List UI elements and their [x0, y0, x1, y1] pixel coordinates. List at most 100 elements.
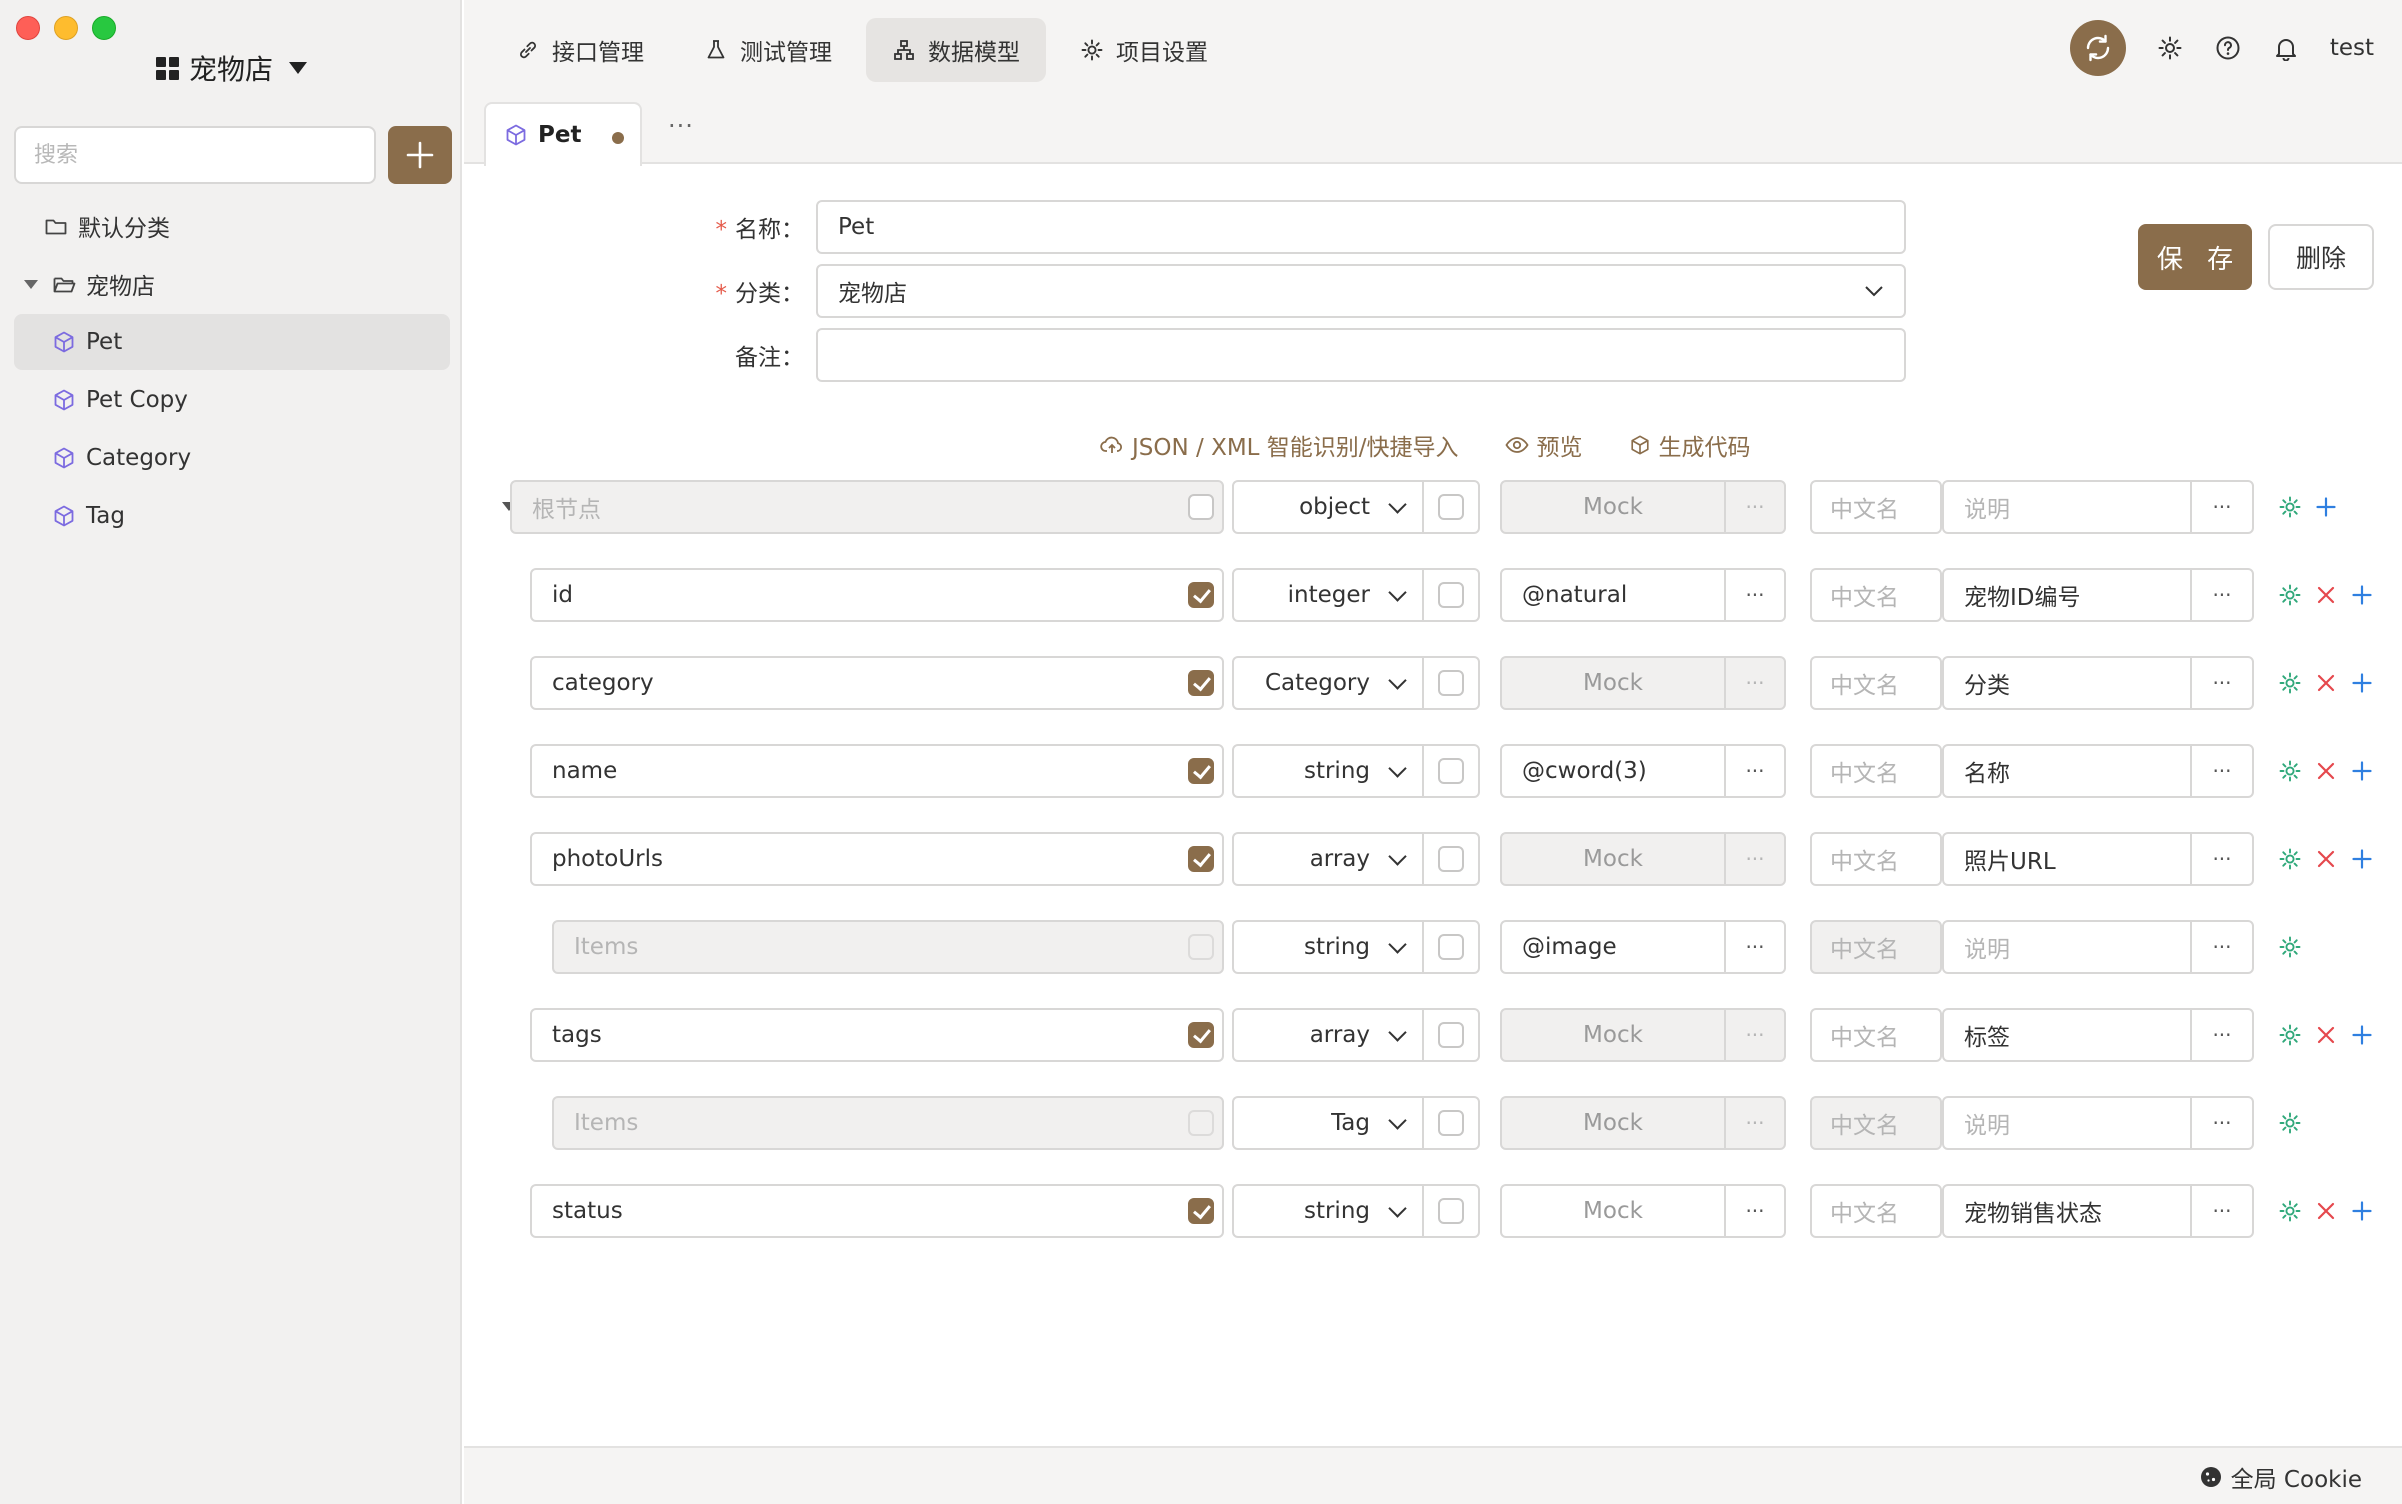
field-name-input[interactable]: id [530, 568, 1224, 622]
required-checkbox[interactable] [1188, 670, 1214, 696]
field-settings-icon[interactable] [2272, 1193, 2308, 1229]
mock-input[interactable]: Mock [1500, 832, 1726, 886]
expand-arrow-icon[interactable] [24, 279, 38, 289]
description-more-button[interactable]: ··· [2190, 1184, 2254, 1238]
mock-input[interactable]: Mock [1500, 1096, 1726, 1150]
tree-item-3[interactable]: Pet Copy [14, 372, 450, 428]
mock-more-button[interactable]: ··· [1724, 744, 1786, 798]
note-input[interactable] [816, 328, 1906, 382]
description-more-button[interactable]: ··· [2190, 656, 2254, 710]
remove-field-icon[interactable] [2308, 1017, 2344, 1053]
add-field-icon[interactable] [2344, 1193, 2380, 1229]
add-field-icon[interactable] [2344, 577, 2380, 613]
sync-button[interactable] [2069, 20, 2126, 76]
type-select[interactable]: string [1232, 744, 1424, 798]
description-input[interactable]: 名称 [1942, 744, 2192, 798]
tab-1[interactable]: 测试管理 [678, 18, 858, 82]
description-more-button[interactable]: ··· [2190, 480, 2254, 534]
chinese-name-input[interactable]: 中文名 [1810, 480, 1942, 534]
tree-item-4[interactable]: Category [14, 430, 450, 486]
nullable-checkbox[interactable] [1422, 1008, 1480, 1062]
required-checkbox[interactable] [1188, 758, 1214, 784]
field-name-input[interactable]: name [530, 744, 1224, 798]
required-checkbox[interactable] [1188, 1022, 1214, 1048]
remove-field-icon[interactable] [2308, 753, 2344, 789]
type-select[interactable]: Tag [1232, 1096, 1424, 1150]
close-window-button[interactable] [16, 16, 40, 40]
field-settings-icon[interactable] [2272, 753, 2308, 789]
field-settings-icon[interactable] [2272, 929, 2308, 965]
field-settings-icon[interactable] [2272, 1105, 2308, 1141]
chinese-name-input[interactable]: 中文名 [1810, 1184, 1942, 1238]
chinese-name-input[interactable]: 中文名 [1810, 832, 1942, 886]
description-input[interactable]: 说明 [1942, 480, 2192, 534]
type-select[interactable]: object [1232, 480, 1424, 534]
type-select[interactable]: array [1232, 832, 1424, 886]
remove-field-icon[interactable] [2308, 1193, 2344, 1229]
field-settings-icon[interactable] [2272, 489, 2308, 525]
nullable-checkbox[interactable] [1422, 1096, 1480, 1150]
tab-2[interactable]: 数据模型 [866, 18, 1046, 82]
required-checkbox[interactable] [1188, 494, 1214, 520]
help-icon[interactable] [2214, 34, 2242, 62]
global-cookie-button[interactable]: 全局 Cookie [2199, 1460, 2362, 1494]
tab-3[interactable]: 项目设置 [1054, 18, 1234, 82]
mock-input[interactable]: @image [1500, 920, 1726, 974]
required-checkbox[interactable] [1188, 582, 1214, 608]
field-name-input[interactable]: category [530, 656, 1224, 710]
save-button[interactable]: 保 存 [2138, 224, 2252, 290]
remove-field-icon[interactable] [2308, 665, 2344, 701]
field-settings-icon[interactable] [2272, 577, 2308, 613]
type-select[interactable]: string [1232, 1184, 1424, 1238]
nullable-checkbox[interactable] [1422, 568, 1480, 622]
search-input[interactable] [14, 126, 376, 184]
mock-input[interactable]: @cword(3) [1500, 744, 1726, 798]
nullable-checkbox[interactable] [1422, 480, 1480, 534]
name-input[interactable]: Pet [816, 200, 1906, 254]
category-select[interactable]: 宠物店 [816, 264, 1906, 318]
chinese-name-input[interactable]: 中文名 [1810, 568, 1942, 622]
preview-link[interactable]: 预览 [1505, 428, 1583, 462]
required-checkbox[interactable] [1188, 1198, 1214, 1224]
description-more-button[interactable]: ··· [2190, 1096, 2254, 1150]
description-more-button[interactable]: ··· [2190, 920, 2254, 974]
nullable-checkbox[interactable] [1422, 1184, 1480, 1238]
mock-more-button[interactable]: ··· [1724, 1008, 1786, 1062]
tab-more-button[interactable]: ··· [668, 112, 694, 140]
field-settings-icon[interactable] [2272, 1017, 2308, 1053]
mock-more-button[interactable]: ··· [1724, 480, 1786, 534]
nullable-checkbox[interactable] [1422, 656, 1480, 710]
type-select[interactable]: string [1232, 920, 1424, 974]
remove-field-icon[interactable] [2308, 577, 2344, 613]
mock-input[interactable]: Mock [1500, 656, 1726, 710]
tab-0[interactable]: 接口管理 [490, 18, 670, 82]
maximize-window-button[interactable] [92, 16, 116, 40]
description-input[interactable]: 分类 [1942, 656, 2192, 710]
mock-more-button[interactable]: ··· [1724, 920, 1786, 974]
description-input[interactable]: 说明 [1942, 920, 2192, 974]
type-select[interactable]: integer [1232, 568, 1424, 622]
chinese-name-input[interactable]: 中文名 [1810, 656, 1942, 710]
chinese-name-input[interactable]: 中文名 [1810, 744, 1942, 798]
field-name-input[interactable]: tags [530, 1008, 1224, 1062]
mock-more-button[interactable]: ··· [1724, 568, 1786, 622]
mock-more-button[interactable]: ··· [1724, 656, 1786, 710]
description-more-button[interactable]: ··· [2190, 832, 2254, 886]
mock-more-button[interactable]: ··· [1724, 832, 1786, 886]
mock-input[interactable]: Mock [1500, 480, 1726, 534]
add-field-icon[interactable] [2344, 1017, 2380, 1053]
description-input[interactable]: 照片URL [1942, 832, 2192, 886]
delete-button[interactable]: 删除 [2268, 224, 2374, 290]
minimize-window-button[interactable] [54, 16, 78, 40]
mock-more-button[interactable]: ··· [1724, 1096, 1786, 1150]
project-switcher[interactable]: 宠物店 [156, 48, 308, 88]
settings-gear-icon[interactable] [2156, 34, 2184, 62]
required-checkbox[interactable] [1188, 846, 1214, 872]
nullable-checkbox[interactable] [1422, 744, 1480, 798]
field-name-input[interactable]: photoUrls [530, 832, 1224, 886]
chinese-name-input[interactable]: 中文名 [1810, 1008, 1942, 1062]
nullable-checkbox[interactable] [1422, 920, 1480, 974]
description-input[interactable]: 说明 [1942, 1096, 2192, 1150]
description-more-button[interactable]: ··· [2190, 744, 2254, 798]
type-select[interactable]: Category [1232, 656, 1424, 710]
